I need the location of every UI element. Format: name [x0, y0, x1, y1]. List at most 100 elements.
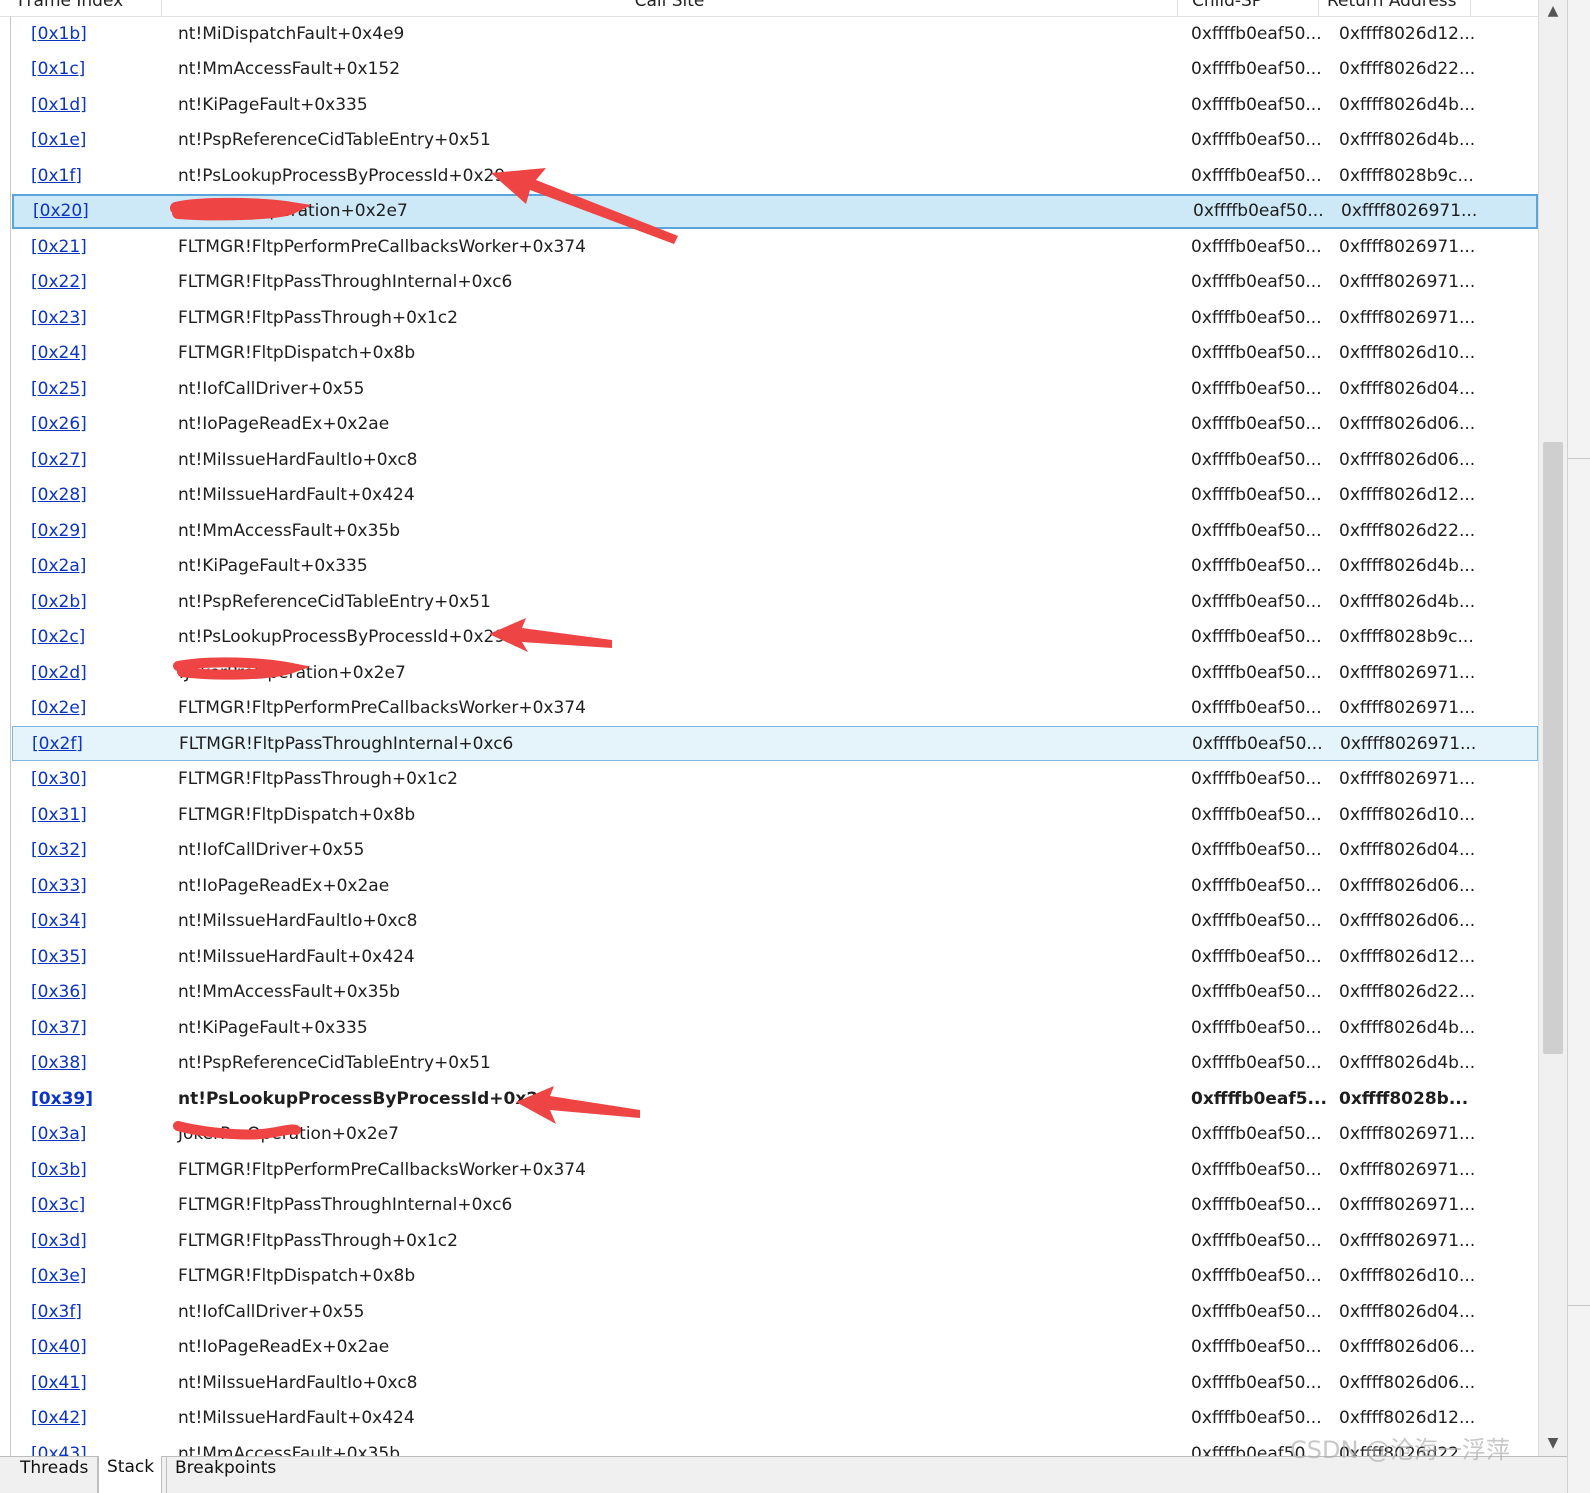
table-row[interactable]: [0x37] nt!KiPageFault+0x335 0xffffb0eaf50.…	[12, 1010, 1538, 1045]
frame-index-link[interactable]: [0x34]	[31, 904, 87, 939]
header-call-site[interactable]: Call Site	[162, 0, 1178, 16]
table-row[interactable]: [0x1b] nt!MiDispatchFault+0x4e9 0xffffb0ea…	[12, 16, 1538, 51]
frame-index-link[interactable]: [0x21]	[31, 229, 87, 264]
return-address-cell: 0xffff8026d06...	[1339, 911, 1476, 931]
table-row[interactable]: [0x36] nt!MmAccessFault+0x35b 0xffffb0eaf5…	[12, 975, 1538, 1010]
table-row[interactable]: [0x30] FLTMGR!FltpPassThrough+0x1c2 0xffff…	[12, 762, 1538, 797]
frame-index-link[interactable]: [0x42]	[31, 1401, 87, 1436]
table-row[interactable]: [0x2b] nt!PspReferenceCidTableEntry+0x51 0…	[12, 584, 1538, 619]
frame-index-link[interactable]: [0x32]	[31, 833, 87, 868]
table-row[interactable]: [0x28] nt!MiIssueHardFault+0x424 0xffffb0e…	[12, 478, 1538, 513]
frame-index-link[interactable]: [0x36]	[31, 975, 87, 1010]
frame-index-link[interactable]: [0x1b]	[31, 16, 87, 51]
table-row[interactable]: [0x29] nt!MmAccessFault+0x35b 0xffffb0eaf5…	[12, 513, 1538, 548]
child-sp-cell: 0xffffb0eaf50...	[1191, 1372, 1322, 1393]
frame-index-link[interactable]: [0x23]	[31, 300, 87, 335]
table-row[interactable]: [0x2e] FLTMGR!FltpPerformPreCallbacksWork…	[12, 691, 1538, 726]
table-row[interactable]: [0x3f] nt!IofCallDriver+0x55 0xffffb0eaf50…	[12, 1294, 1538, 1329]
table-row[interactable]: [0x2a] nt!KiPageFault+0x335 0xffffb0eaf50.…	[12, 549, 1538, 584]
frame-index-link[interactable]: [0x41]	[31, 1365, 87, 1400]
frame-index-link[interactable]: [0x3e]	[31, 1259, 86, 1294]
scrollbar-thumb[interactable]	[1543, 442, 1563, 1054]
frame-index-link[interactable]: [0x40]	[31, 1330, 87, 1365]
frame-index-link[interactable]: [0x39]	[31, 1081, 93, 1116]
table-row[interactable]: [0x1e] nt!PspReferenceCidTableEntry+0x51 0…	[12, 123, 1538, 158]
table-row[interactable]: [0x1c] nt!MmAccessFault+0x152 0xffffb0eaf5…	[12, 52, 1538, 87]
frame-index-link[interactable]: [0x29]	[31, 513, 87, 548]
frame-index-link[interactable]: [0x3d]	[31, 1223, 87, 1258]
header-frame-index[interactable]: Frame Index	[0, 0, 162, 16]
table-row[interactable]: [0x32] nt!IofCallDriver+0x55 0xffffb0eaf50…	[12, 833, 1538, 868]
return-address-cell: 0xffff8026d06...	[1339, 414, 1476, 434]
frame-index-link[interactable]: [0x38]	[31, 1046, 87, 1081]
tab-threads[interactable]: Threads	[12, 1457, 98, 1493]
table-row[interactable]: [0x38] nt!PspReferenceCidTableEntry+0x51 0…	[12, 1046, 1538, 1081]
frame-index-link[interactable]: [0x43]	[31, 1436, 87, 1457]
table-row[interactable]: [0x3c] FLTMGR!FltpPassThroughInternal+0xc…	[12, 1188, 1538, 1223]
frame-index-link[interactable]: [0x2e]	[31, 691, 86, 726]
child-sp-cell: 0xffffb0eaf50...	[1191, 804, 1322, 825]
frame-index-link[interactable]: [0x2c]	[31, 620, 85, 655]
frame-index-link[interactable]: [0x3f]	[31, 1294, 82, 1329]
child-sp-cell: 0xffffb0eaf50...	[1191, 662, 1322, 683]
frame-index-link[interactable]: [0x2f]	[32, 727, 83, 760]
table-row[interactable]: [0x25] nt!IofCallDriver+0x55 0xffffb0eaf50…	[12, 371, 1538, 406]
child-sp-cell: 0xffffb0eaf50...	[1191, 1053, 1322, 1073]
table-row[interactable]: [0x27] nt!MiIssueHardFaultIo+0xc8 0xffffb0…	[12, 442, 1538, 477]
table-row[interactable]: [0x3d] FLTMGR!FltpPassThrough+0x1c2 0xffff…	[12, 1223, 1538, 1258]
table-row[interactable]: [0x23] FLTMGR!FltpPassThrough+0x1c2 0xffff…	[12, 300, 1538, 335]
frame-index-link[interactable]: [0x3c]	[31, 1188, 85, 1223]
table-row[interactable]: [0x1f] nt!PsLookupProcessByProcessId+0x29…	[12, 158, 1538, 193]
table-row[interactable]: [0x33] nt!IoPageReadEx+0x2ae 0xffffb0eaf50…	[12, 868, 1538, 903]
frame-index-link[interactable]: [0x3b]	[31, 1152, 87, 1187]
frame-index-link[interactable]: [0x20]	[33, 196, 89, 227]
table-row[interactable]: [0x35] nt!MiIssueHardFault+0x424 0xffffb0e…	[12, 939, 1538, 974]
tab-stack[interactable]: Stack	[98, 1456, 162, 1493]
scroll-up-icon[interactable]: ▲	[1539, 0, 1567, 22]
frame-index-link[interactable]: [0x33]	[31, 868, 87, 903]
frame-index-link[interactable]: [0x28]	[31, 478, 87, 513]
frame-index-link[interactable]: [0x24]	[31, 336, 87, 371]
frame-index-link[interactable]: [0x2a]	[31, 549, 86, 584]
table-row[interactable]: [0x40] nt!IoPageReadEx+0x2ae 0xffffb0eaf50…	[12, 1330, 1538, 1365]
frame-index-link[interactable]: [0x1d]	[31, 87, 87, 122]
table-row[interactable]: [0x21] FLTMGR!FltpPerformPreCallbacksWork…	[12, 229, 1538, 264]
header-child-sp[interactable]: Child-SP	[1178, 0, 1319, 16]
frame-index-link[interactable]: [0x2b]	[31, 584, 87, 619]
table-row[interactable]: [0x39] nt!PsLookupProcessByProcessId+0x29…	[12, 1081, 1538, 1116]
table-row[interactable]: [0x20] !JokerPreOperation+0x2e7 0xffffb0ea…	[12, 193, 1538, 229]
table-row[interactable]: [0x2c] nt!PsLookupProcessByProcessId+0x29…	[12, 620, 1538, 655]
scroll-down-icon[interactable]: ▼	[1539, 1432, 1567, 1454]
table-row[interactable]: [0x22] FLTMGR!FltpPassThroughInternal+0xc…	[12, 265, 1538, 300]
table-row[interactable]: [0x26] nt!IoPageReadEx+0x2ae 0xffffb0eaf50…	[12, 407, 1538, 442]
frame-index-link[interactable]: [0x30]	[31, 762, 87, 797]
frame-index-link[interactable]: [0x3a]	[31, 1117, 86, 1152]
vertical-scrollbar[interactable]: ▲ ▼	[1538, 0, 1567, 1456]
table-row[interactable]: [0x3e] FLTMGR!FltpDispatch+0x8b 0xffffb0ea…	[12, 1259, 1538, 1294]
table-row[interactable]: [0x31] FLTMGR!FltpDispatch+0x8b 0xffffb0ea…	[12, 797, 1538, 832]
frame-index-link[interactable]: [0x1c]	[31, 52, 85, 87]
frame-index-link[interactable]: [0x35]	[31, 939, 87, 974]
table-row[interactable]: [0x1d] nt!KiPageFault+0x335 0xffffb0eaf50.…	[12, 87, 1538, 122]
header-return-address[interactable]: Return Address	[1319, 0, 1471, 16]
child-sp-cell: 0xffffb0eaf50...	[1191, 94, 1322, 115]
table-row[interactable]: [0x34] nt!MiIssueHardFaultIo+0xc8 0xffffb0…	[12, 904, 1538, 939]
frame-index-link[interactable]: [0x37]	[31, 1010, 87, 1045]
frame-index-link[interactable]: [0x22]	[31, 265, 87, 300]
table-row[interactable]: [0x2d] !JokerPreOperation+0x2e7 0xffffb0ea…	[12, 655, 1538, 690]
table-row[interactable]: [0x3b] FLTMGR!FltpPerformPreCallbacksWork…	[12, 1152, 1538, 1187]
frame-index-link[interactable]: [0x31]	[31, 797, 87, 832]
child-sp-cell: 0xffffb0eaf50...	[1191, 23, 1322, 44]
table-row[interactable]: [0x41] nt!MiIssueHardFaultIo+0xc8 0xffffb0…	[12, 1365, 1538, 1400]
tab-breakpoints[interactable]: Breakpoints	[166, 1457, 286, 1493]
frame-index-link[interactable]: [0x27]	[31, 442, 87, 477]
frame-index-link[interactable]: [0x1e]	[31, 123, 86, 158]
frame-index-link[interactable]: [0x2d]	[31, 655, 87, 690]
frame-index-link[interactable]: [0x26]	[31, 407, 87, 442]
table-row[interactable]: [0x3a] JokerPreOperation+0x2e7 0xffffb0eaf…	[12, 1117, 1538, 1152]
return-address-cell: 0xffff8026d12...	[1339, 485, 1476, 505]
frame-index-link[interactable]: [0x1f]	[31, 158, 82, 193]
table-row[interactable]: [0x2f] FLTMGR!FltpPassThroughInternal+0xc…	[12, 726, 1538, 761]
table-row[interactable]: [0x24] FLTMGR!FltpDispatch+0x8b 0xffffb0ea…	[12, 336, 1538, 371]
frame-index-link[interactable]: [0x25]	[31, 371, 87, 406]
